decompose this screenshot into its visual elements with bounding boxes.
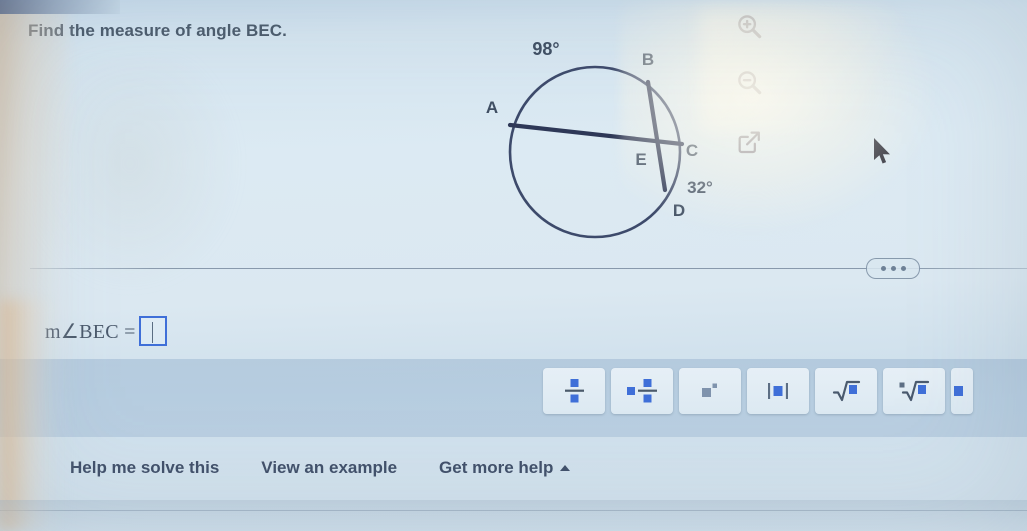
exponent-key[interactable] — [679, 368, 741, 414]
nth-root-icon — [899, 380, 930, 402]
open-in-new-window-button[interactable] — [727, 120, 771, 164]
caret-up-icon — [560, 465, 571, 471]
panel-resize-handle[interactable] — [866, 258, 920, 279]
answer-label: m∠BEC = — [45, 320, 136, 343]
screen-edge-shadow — [0, 500, 1027, 531]
math-keypad — [543, 368, 973, 414]
screen-glare — [0, 0, 70, 531]
screen-edge-shadow — [0, 0, 120, 14]
absolute-value-icon — [768, 383, 788, 399]
point-label-c: C — [686, 141, 698, 160]
exponent-icon — [702, 383, 717, 397]
circle-diagram: A B C D E 98° 32° — [470, 25, 730, 255]
get-more-help-label: Get more help — [439, 458, 554, 477]
fraction-icon — [565, 379, 584, 403]
magnifier-minus-icon — [738, 71, 762, 95]
external-link-icon — [738, 131, 760, 154]
point-label-d: D — [673, 201, 685, 220]
screen-glare — [40, 60, 240, 290]
square-root-icon — [832, 380, 861, 402]
zoom-out-button[interactable] — [727, 60, 771, 104]
circle-outline — [508, 65, 682, 239]
mixed-number-icon — [627, 379, 657, 403]
handle-dot — [880, 266, 886, 271]
worksheet-screen: Find the measure of angle BEC. A B C D E… — [0, 0, 1027, 531]
absolute-value-key[interactable] — [747, 368, 809, 414]
handle-dot — [900, 266, 906, 271]
point-label-b: B — [642, 50, 654, 69]
nth-root-key[interactable] — [883, 368, 945, 414]
view-an-example-link[interactable]: View an example — [261, 458, 397, 478]
question-prompt: Find the measure of angle BEC. — [28, 21, 287, 40]
bottom-rule — [0, 510, 1027, 511]
answer-input[interactable] — [138, 316, 167, 346]
zoom-in-button[interactable] — [727, 4, 771, 48]
more-keys[interactable] — [951, 368, 973, 414]
arc-label-cd: 32° — [687, 178, 713, 197]
arc-label-ab: 98° — [532, 39, 559, 59]
mixed-number-key[interactable] — [611, 368, 673, 414]
magnifier-plus-icon — [738, 15, 762, 39]
get-more-help-link[interactable]: Get more help — [439, 458, 571, 478]
point-label-a: A — [486, 98, 498, 117]
mouse-cursor-icon — [872, 137, 894, 167]
fraction-key[interactable] — [543, 368, 605, 414]
point-label-e: E — [635, 150, 646, 169]
handle-dot — [890, 266, 896, 271]
help-me-solve-this-link[interactable]: Help me solve this — [70, 458, 219, 478]
more-keys-icon — [954, 386, 963, 396]
help-links: Help me solve this View an example Get m… — [70, 458, 571, 478]
answer-row: m∠BEC = — [45, 316, 167, 346]
square-root-key[interactable] — [815, 368, 877, 414]
